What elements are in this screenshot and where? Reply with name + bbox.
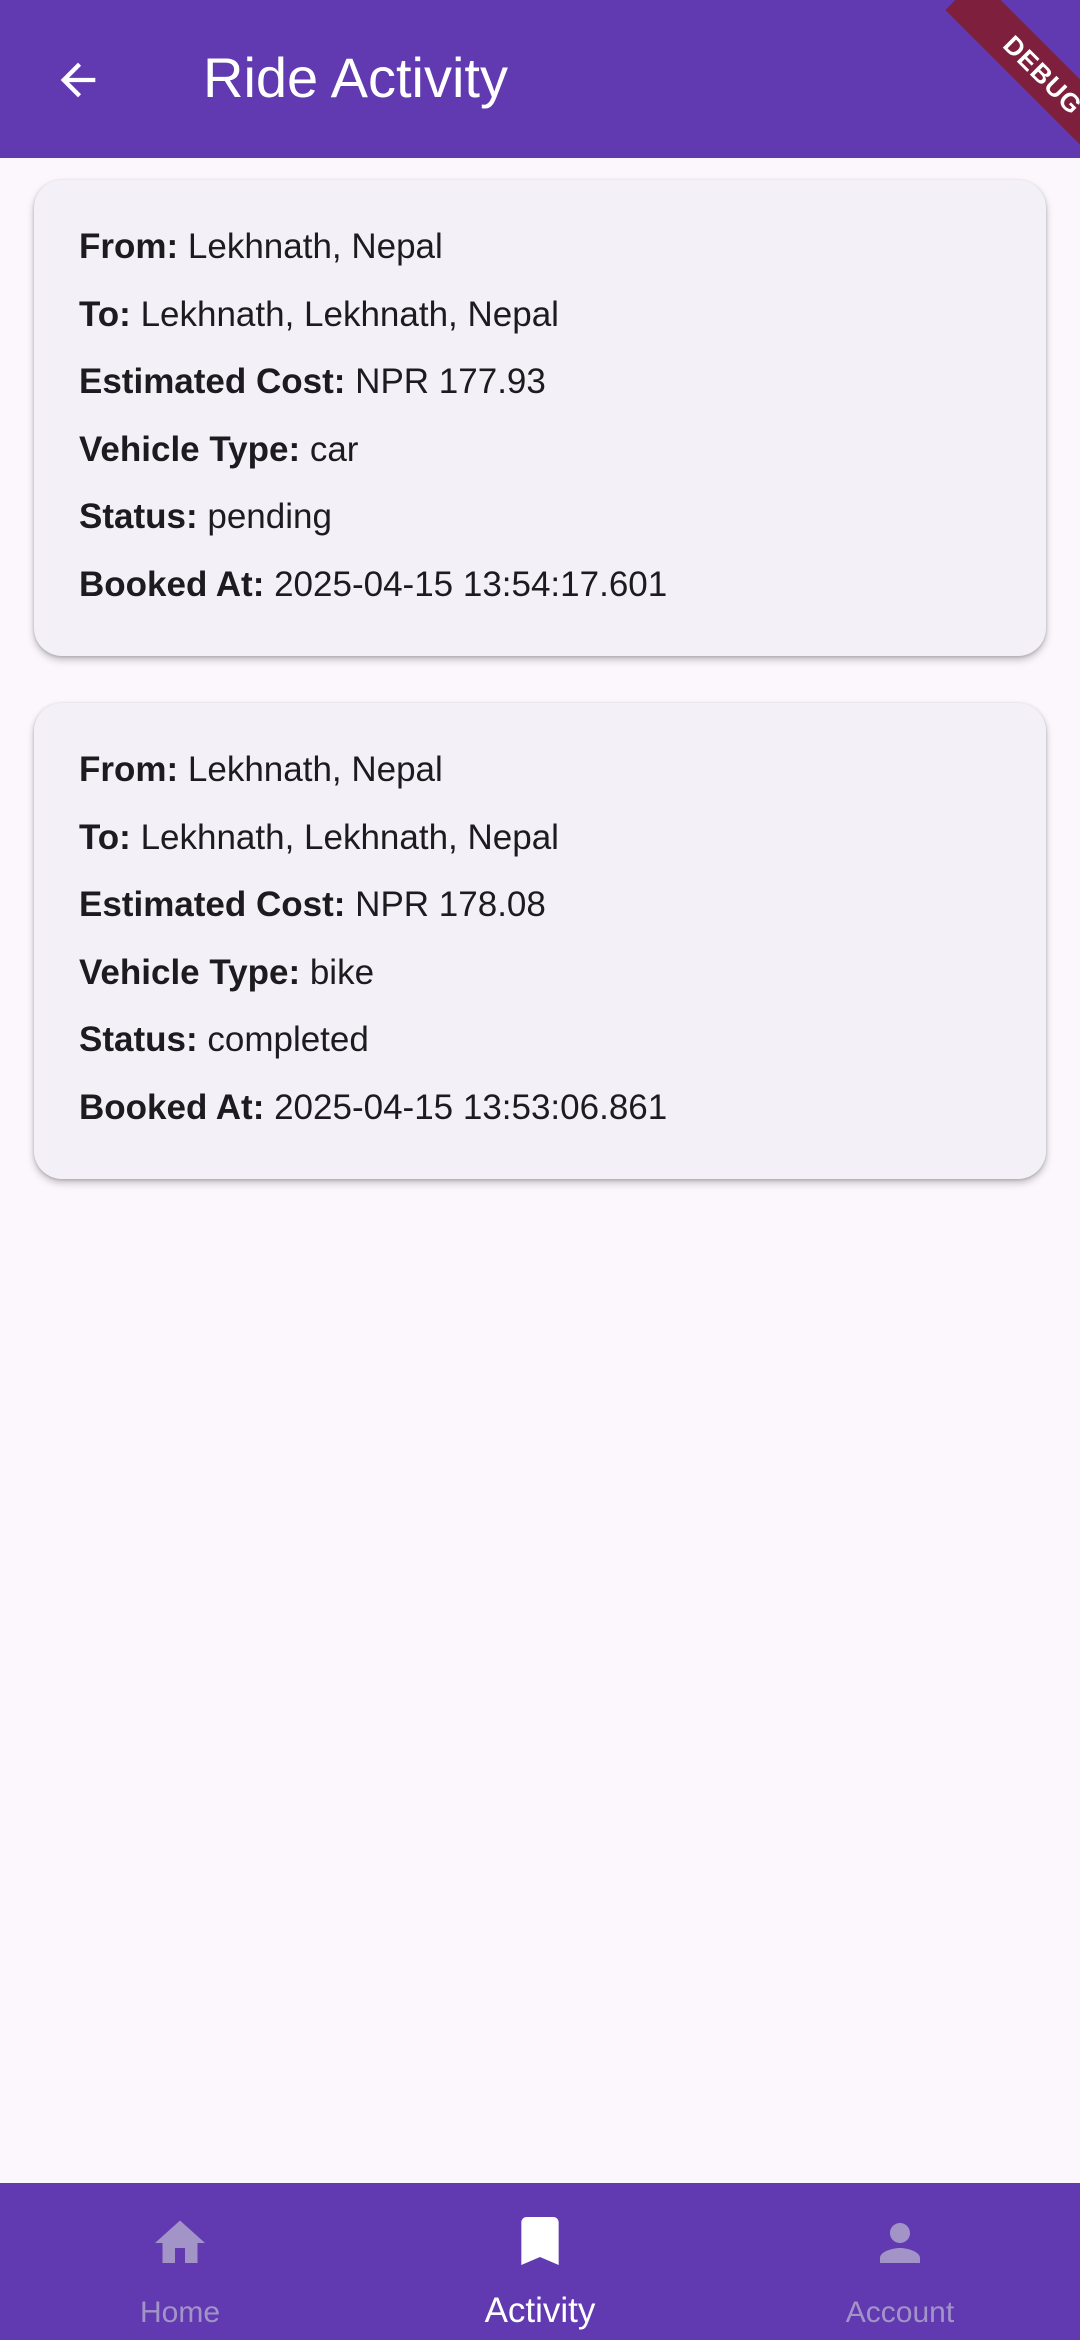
ride-card[interactable]: From: Lekhnath, Nepal To: Lekhnath, Lekh…: [34, 703, 1046, 1179]
page-title: Ride Activity: [203, 46, 508, 109]
status-label: Status:: [79, 497, 198, 536]
from-label: From:: [79, 750, 179, 789]
booked-value: 2025-04-15 13:54:17.601: [274, 565, 668, 604]
debug-banner: DEBUG: [945, 0, 1080, 170]
status-value: completed: [207, 1020, 369, 1059]
to-label: To:: [79, 295, 131, 334]
booked-label: Booked At:: [79, 1088, 265, 1127]
from-label: From:: [79, 227, 179, 266]
ride-from: From: Lekhnath, Nepal: [79, 225, 443, 269]
home-icon: [155, 2220, 205, 2263]
nav-item-activity[interactable]: Activity: [360, 2183, 720, 2340]
nav-item-account[interactable]: Account: [720, 2183, 1080, 2340]
vehicle-label: Vehicle Type:: [79, 430, 301, 469]
ride-from: From: Lekhnath, Nepal: [79, 748, 443, 792]
app-bar: Ride Activity DEBUG: [0, 0, 1080, 170]
ride-booked-at: Booked At: 2025-04-15 13:54:17.601: [79, 563, 667, 607]
debug-banner-corner: DEBUG: [910, 0, 1080, 170]
nav-label-home: Home: [139, 2296, 221, 2329]
booked-value: 2025-04-15 13:53:06.861: [274, 1088, 668, 1127]
ride-to: To: Lekhnath, Lekhnath, Nepal: [79, 816, 559, 860]
ride-status: Status: pending: [79, 495, 332, 539]
ride-card[interactable]: From: Lekhnath, Nepal To: Lekhnath, Lekh…: [34, 180, 1046, 656]
status-label: Status:: [79, 1020, 198, 1059]
status-value: pending: [207, 497, 332, 536]
ride-cost: Estimated Cost: NPR 177.93: [79, 360, 546, 404]
from-value: Lekhnath, Nepal: [187, 750, 443, 789]
bookmark-icon: [521, 2217, 559, 2265]
ride-to: To: Lekhnath, Lekhnath, Nepal: [79, 293, 559, 337]
ride-cost: Estimated Cost: NPR 178.08: [79, 883, 546, 927]
app-root: Ride Activity DEBUG From: Lekhnath, Nepa…: [0, 0, 1080, 2340]
cost-label: Estimated Cost:: [79, 885, 346, 924]
back-button[interactable]: [36, 38, 120, 122]
booked-label: Booked At:: [79, 565, 265, 604]
cost-value: NPR 177.93: [355, 362, 546, 401]
ride-status: Status: completed: [79, 1018, 369, 1062]
nav-item-home[interactable]: Home: [0, 2183, 360, 2340]
arrow-back-icon: [60, 62, 96, 98]
bottom-navigation: Home Activity Account: [0, 2183, 1080, 2340]
to-value: Lekhnath, Lekhnath, Nepal: [140, 295, 559, 334]
cost-value: NPR 178.08: [355, 885, 546, 924]
to-value: Lekhnath, Lekhnath, Nepal: [140, 818, 559, 857]
nav-label-account: Account: [845, 2296, 955, 2329]
vehicle-value: car: [309, 430, 359, 469]
cost-label: Estimated Cost:: [79, 362, 346, 401]
ride-vehicle: Vehicle Type: bike: [79, 951, 374, 995]
vehicle-label: Vehicle Type:: [79, 953, 301, 992]
from-value: Lekhnath, Nepal: [187, 227, 443, 266]
person-icon: [880, 2223, 920, 2263]
vehicle-value: bike: [309, 953, 375, 992]
to-label: To:: [79, 818, 131, 857]
nav-label-activity: Activity: [484, 2291, 596, 2330]
ride-vehicle: Vehicle Type: car: [79, 428, 358, 472]
ride-booked-at: Booked At: 2025-04-15 13:53:06.861: [79, 1086, 667, 1130]
